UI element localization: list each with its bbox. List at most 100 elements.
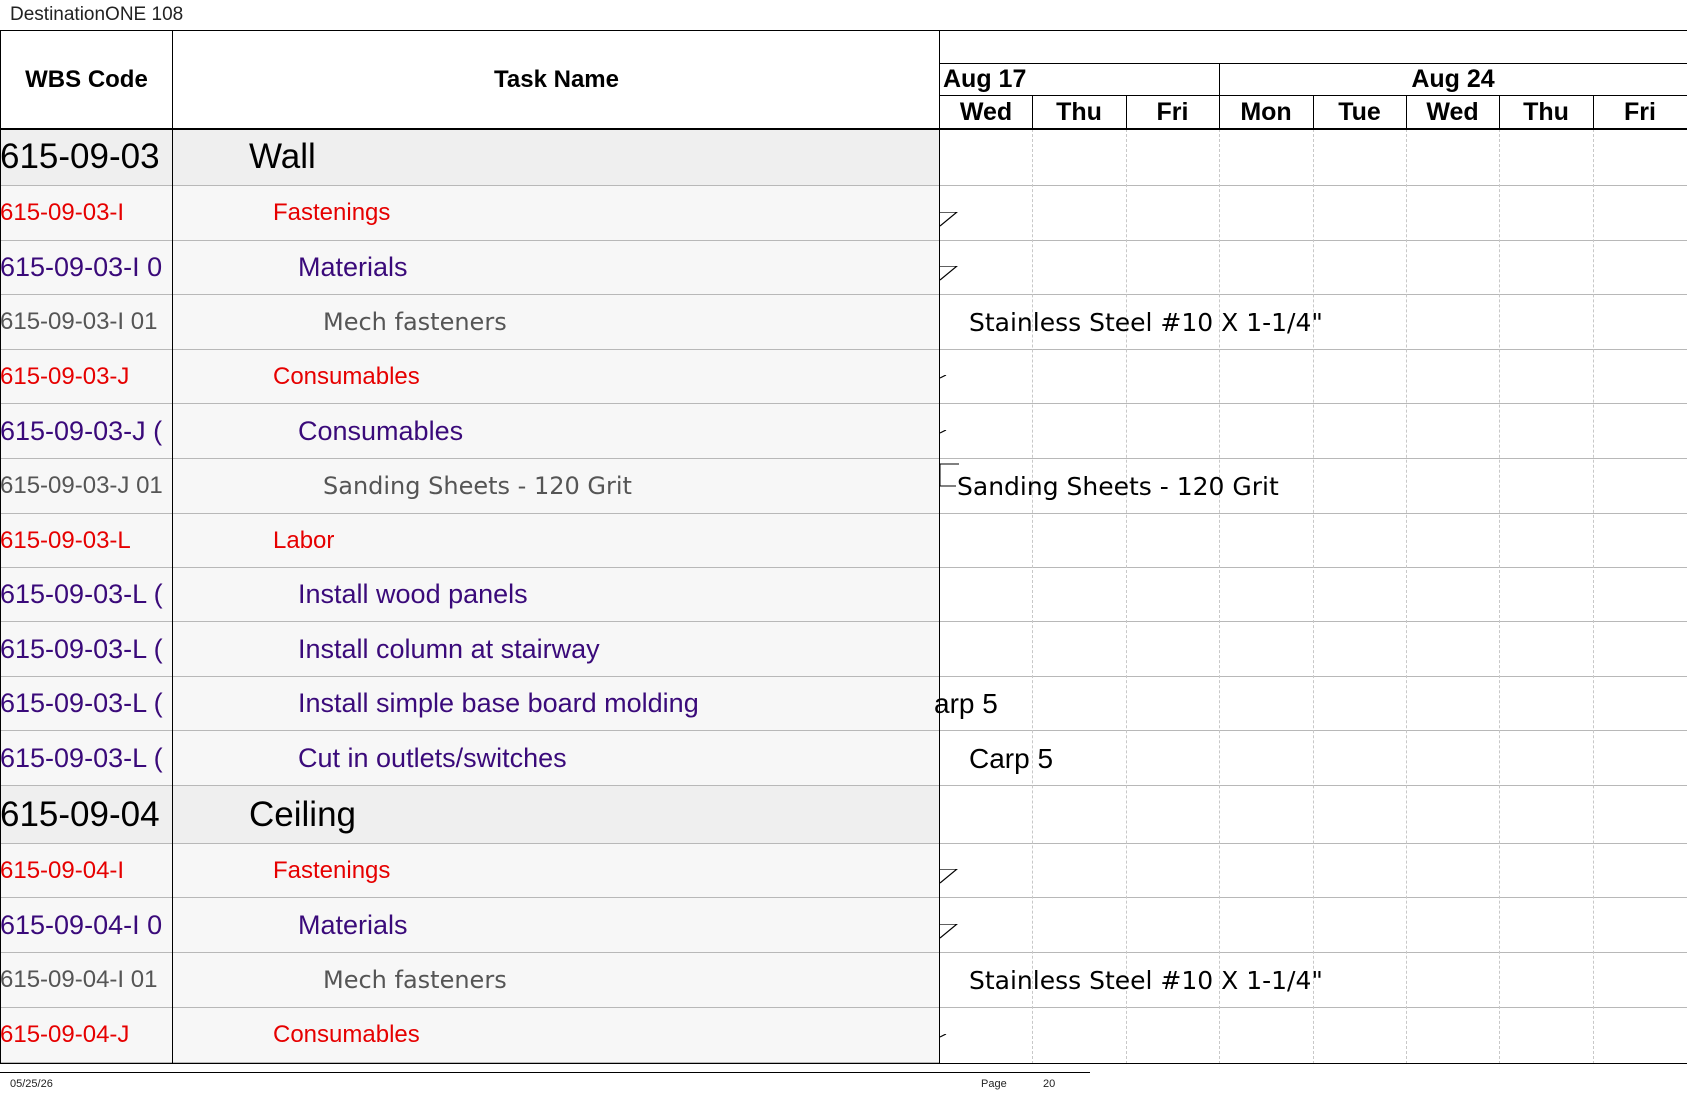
timeline-day-2: Fri [1156, 97, 1189, 126]
bar-connector [940, 463, 959, 487]
wbs-code-cell: 615-09-03-L ( [0, 579, 163, 609]
footer-date: 05/25/26 [10, 1078, 53, 1090]
task-name-cell: Consumables [273, 1021, 420, 1048]
summary-bar-end-marker [940, 266, 958, 281]
task-name-cell: Install column at stairway [298, 633, 600, 664]
task-name-cell: Install simple base board molding [298, 688, 699, 718]
timeline-day-divider [1313, 95, 1314, 129]
table-row[interactable]: 615-09-04-J Consumables [0, 1008, 940, 1063]
task-name-header[interactable]: Task Name [173, 31, 940, 129]
wbs-code-cell: 615-09-03-L ( [0, 633, 163, 664]
timeline-day-divider [1126, 95, 1127, 129]
bar-label: arp 5 [934, 688, 998, 719]
timeline-day-divider [1593, 95, 1594, 129]
table-row[interactable]: 615-09-04-I 0 Materials [0, 898, 940, 953]
timeline-day-7: Fri [1624, 97, 1656, 126]
bar-label: Sanding Sheets - 120 Grit [957, 472, 1279, 501]
chart-day-gridline [1219, 129, 1220, 1064]
task-name-cell: Fastenings [273, 856, 391, 884]
summary-bar-end-marker [940, 429, 947, 434]
summary-bar-end-marker [940, 211, 958, 226]
header-bottom-border [0, 128, 1687, 130]
table-row[interactable]: 615-09-03-I 0 Materials [0, 241, 940, 295]
wbs-code-cell: 615-09-04-I 01 [0, 966, 158, 993]
wbs-code-cell: 615-09-03 [0, 137, 160, 176]
wbs-code-cell: 615-09-04-J [0, 1021, 130, 1048]
task-name-cell: Consumables [273, 362, 420, 390]
summary-bar-end-marker [940, 1033, 947, 1038]
task-name-cell: Ceiling [249, 794, 356, 834]
timeline-day-4: Tue [1338, 97, 1381, 126]
timeline-day-divider [1499, 95, 1500, 129]
timeline-month-0: Aug 17 [943, 64, 1027, 93]
table-row[interactable]: 615-09-04-I Fastenings [0, 844, 940, 898]
task-name-cell: Wall [249, 137, 316, 176]
wbs-code-cell: 615-09-03-J [0, 362, 130, 390]
bar-label: Stainless Steel #10 X 1-1/4" [969, 308, 1323, 337]
task-name-cell: Fastenings [273, 199, 391, 226]
task-name-cell: Cut in outlets/switches [298, 742, 567, 773]
timeline-day-3: Mon [1240, 97, 1292, 126]
chart-day-gridline [1593, 129, 1594, 1064]
table-row[interactable]: 615-09-04-I 01 Mech fasteners [0, 953, 940, 1008]
timeline-month-1: Aug 24 [1411, 64, 1495, 93]
chart-day-gridline [1313, 129, 1314, 1064]
wbs-code-cell: 615-09-03-I [0, 199, 125, 226]
chart-day-gridline [1126, 129, 1127, 1064]
table-row[interactable]: 615-09-03-L ( Cut in outlets/switches [0, 731, 940, 786]
wbs-code-cell: 615-09-03-J ( [0, 415, 163, 446]
table-row[interactable]: 615-09-03-I 01 Mech fasteners [0, 295, 940, 350]
bar-label: Stainless Steel #10 X 1-1/4" [969, 966, 1323, 995]
task-name-cell: Install wood panels [298, 579, 528, 609]
wbs-code-cell: 615-09-03-L [0, 526, 131, 554]
table-row[interactable]: 615-09-03-L ( Install column at stairway [0, 622, 940, 677]
wbs-code-header[interactable]: WBS Code [0, 31, 173, 129]
document-title: DestinationONE 108 [10, 4, 184, 25]
wbs-code-cell: 615-09-03-L ( [0, 688, 163, 718]
table-row[interactable]: 615-09-03-L ( Install simple base board m… [0, 677, 940, 731]
table-row[interactable]: 615-09-03-I Fastenings [0, 186, 940, 241]
wbs-code-cell: 615-09-03-L ( [0, 742, 163, 773]
table-row[interactable]: 615-09-03-L Labor [0, 514, 940, 568]
summary-bar-end-marker [940, 869, 958, 884]
table-chart-divider [939, 31, 940, 1064]
timeline-day-divider [1219, 95, 1220, 129]
task-name-cell: Consumables [298, 415, 464, 446]
table-row[interactable]: 615-09-03 Wall [0, 129, 940, 186]
timeline-day-6: Thu [1523, 97, 1569, 126]
summary-bar-end-marker [940, 923, 958, 938]
timeline-day-divider [1406, 95, 1407, 129]
timeline-days-border [940, 95, 1687, 96]
task-name-cell: Materials [298, 909, 408, 940]
wbs-code-cell: 615-09-03-I 0 [0, 252, 163, 282]
table-row[interactable]: 615-09-04 Ceiling [0, 786, 940, 844]
table-border-left [0, 31, 1, 1064]
table-row[interactable]: 615-09-03-L ( Install wood panels [0, 568, 940, 622]
table-row[interactable]: 615-09-03-J 01 Sanding Sheets - 120 Grit [0, 459, 940, 514]
wbs-code-cell: 615-09-03-I 01 [0, 308, 158, 335]
timeline-day-0: Wed [959, 97, 1013, 126]
task-name-cell: Mech fasteners [323, 966, 507, 994]
timeline-day-divider [1032, 95, 1033, 129]
bar-label: Carp 5 [969, 742, 1054, 774]
footer-page-label: Page [981, 1078, 1007, 1090]
summary-bar-end-marker [940, 375, 947, 379]
task-name-cell: Materials [298, 252, 408, 282]
wbs-code-cell: 615-09-04 [0, 794, 160, 834]
task-name-cell: Sanding Sheets - 120 Grit [323, 472, 632, 500]
timeline-header-top-border [940, 63, 1687, 64]
table-row[interactable]: 615-09-03-J ( Consumables [0, 404, 940, 459]
wbs-column-divider [172, 31, 173, 1064]
timeline-month-divider [1219, 63, 1220, 95]
table-row[interactable]: 615-09-03-J Consumables [0, 350, 940, 404]
wbs-code-cell: 615-09-03-J 01 [0, 472, 163, 499]
footer-rule [0, 1072, 1090, 1073]
task-name-cell: Labor [273, 526, 335, 554]
task-name-cell: Mech fasteners [323, 308, 507, 336]
chart-day-gridline [1032, 129, 1033, 1064]
timeline-day-5: Wed [1426, 97, 1479, 126]
chart-day-gridline [1406, 129, 1407, 1064]
timeline-day-1: Thu [1056, 97, 1102, 126]
wbs-code-cell: 615-09-04-I [0, 856, 125, 884]
chart-day-gridline [1499, 129, 1500, 1064]
